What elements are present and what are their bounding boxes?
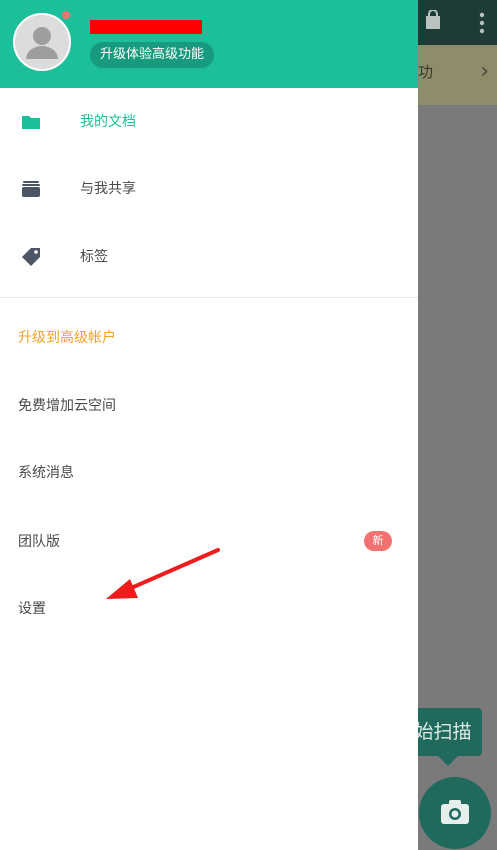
chevron-right-icon: ›: [480, 59, 489, 84]
user-silhouette-icon: [26, 27, 58, 59]
menu-item-system-messages[interactable]: 系统消息: [0, 448, 418, 498]
menu-item-label: 与我共享: [80, 181, 136, 197]
annotation-arrow-icon: [106, 548, 220, 599]
camera-icon: [441, 800, 469, 824]
drawer-header: 升级体验高级功能: [0, 0, 418, 88]
drawer-divider: [0, 297, 418, 298]
menu-item-label: 标签: [80, 249, 108, 265]
banner-text: 功: [418, 63, 434, 81]
tag-icon: [22, 248, 40, 266]
notification-dot: [62, 11, 70, 19]
menu-item-label: 团队版: [18, 534, 60, 550]
menu-item-label: 升级到高级帐户: [18, 330, 116, 346]
shopping-bag-icon[interactable]: [424, 10, 442, 30]
stack-icon: [22, 181, 40, 197]
menu-item-label: 系统消息: [18, 465, 74, 481]
menu-item-free-cloud-space[interactable]: 免费增加云空间: [0, 381, 418, 431]
menu-item-shared-with-me[interactable]: 与我共享: [0, 159, 418, 219]
camera-scan-button[interactable]: [419, 777, 491, 849]
avatar[interactable]: [13, 13, 71, 71]
upgrade-premium-button[interactable]: 升级体验高级功能: [90, 42, 215, 68]
new-badge: 新: [364, 531, 392, 551]
folder-icon: [22, 116, 40, 129]
navigation-drawer: 升级体验高级功能 我的文档 与我共享 标签 升级到高级帐户 免费增加云空间 系统…: [0, 0, 418, 850]
background-banner[interactable]: 功 ›: [418, 45, 497, 105]
menu-item-my-documents[interactable]: 我的文档: [0, 92, 418, 152]
menu-item-label: 设置: [18, 601, 46, 617]
menu-item-label: 我的文档: [80, 114, 136, 130]
menu-item-tags[interactable]: 标签: [0, 227, 418, 287]
more-vertical-icon[interactable]: [478, 12, 486, 34]
menu-item-label: 免费增加云空间: [18, 398, 116, 414]
username-redacted: [90, 20, 202, 34]
menu-item-upgrade-account[interactable]: 升级到高级帐户: [0, 313, 418, 363]
